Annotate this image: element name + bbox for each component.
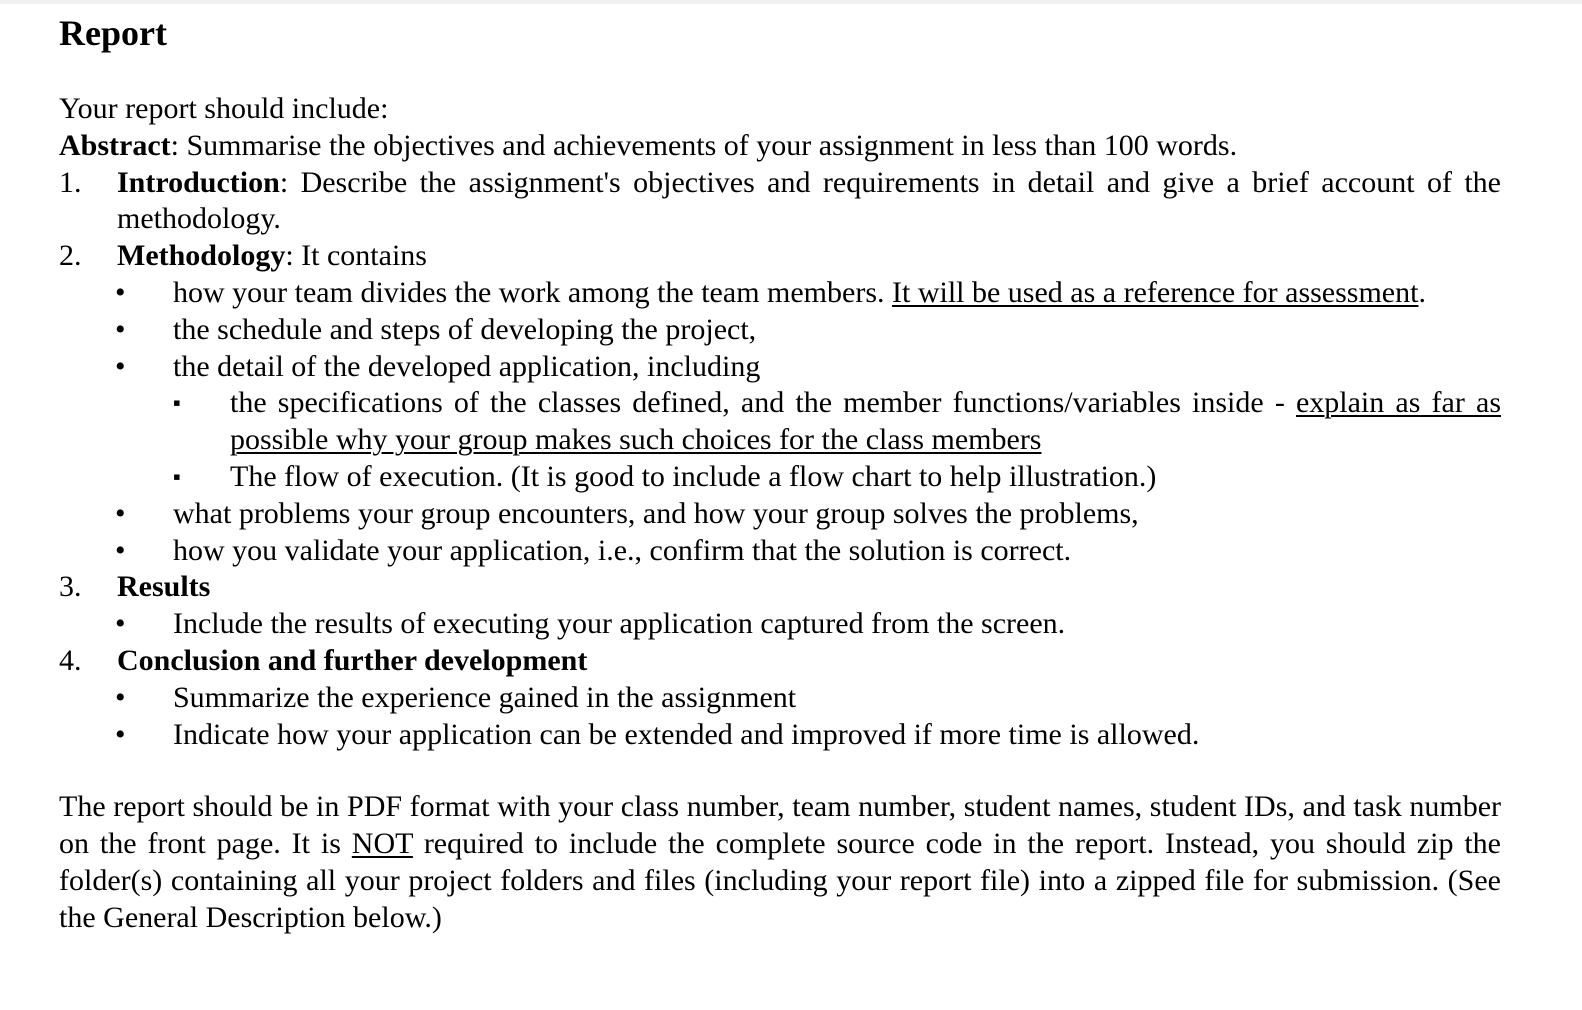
section-methodology: 2. Methodology: It contains [59, 238, 1501, 275]
section-text: : It contains [285, 239, 427, 273]
section-introduction: 1. Introduction: Describe the assignment… [59, 165, 1501, 239]
abstract-label: Abstract [59, 128, 171, 162]
section-number: 3. [59, 570, 82, 604]
bullet-item: • Include the results of executing your … [59, 606, 1501, 643]
bullet-item: • Indicate how your application can be e… [59, 717, 1501, 754]
document-body: Your report should include: Abstract: Su… [59, 91, 1501, 937]
page-title: Report [59, 13, 167, 53]
intro-text: Your report should include: [59, 92, 389, 125]
section-number: 2. [59, 239, 82, 273]
bullet-text: Indicate how your application can be ext… [173, 717, 1200, 751]
bullet-item: • how your team divides the work among t… [59, 275, 1501, 312]
bullet-text: what problems your group encounters, and… [173, 496, 1139, 530]
bullet-icon: • [115, 349, 126, 383]
bullet-icon: • [115, 275, 126, 309]
bullet-text: how your team divides the work among the… [173, 275, 892, 309]
section-conclusion: 4. Conclusion and further development [59, 643, 1501, 680]
bullet-icon: • [115, 717, 126, 751]
section-label: Conclusion and further development [117, 643, 588, 677]
bullet-item: • what problems your group encounters, a… [59, 496, 1501, 533]
section-number: 4. [59, 643, 82, 677]
section-label: Introduction [117, 165, 280, 199]
bullet-item: • Summarize the experience gained in the… [59, 680, 1501, 717]
subbullet-item: ▪ the specifications of the classes defi… [59, 385, 1501, 459]
bullet-text: the detail of the developed application,… [173, 349, 761, 383]
square-bullet-icon: ▪ [173, 390, 181, 416]
bullet-item: • how you validate your application, i.e… [59, 533, 1501, 570]
closing-paragraph: The report should be in PDF format with … [59, 789, 1501, 936]
square-bullet-icon: ▪ [173, 463, 181, 489]
bullet-item: • the schedule and steps of developing t… [59, 312, 1501, 349]
subbullet-item: ▪ The flow of execution. (It is good to … [59, 459, 1501, 496]
bullet-icon: • [115, 680, 126, 714]
section-results: 3. Results [59, 569, 1501, 606]
subbullet-text: the specifications of the classes define… [230, 386, 1296, 420]
abstract-text: : Summarise the objectives and achieveme… [170, 128, 1238, 162]
bullet-text: the schedule and steps of developing the… [173, 312, 757, 346]
section-text: : Describe the assignment's objectives a… [117, 165, 1501, 236]
underlined-not: NOT [351, 827, 413, 861]
bullet-icon: • [115, 312, 126, 346]
bullet-text: how you validate your application, i.e.,… [173, 533, 1072, 567]
bullet-icon: • [115, 533, 126, 567]
subbullet-text: The flow of execution. (It is good to in… [230, 459, 1157, 493]
section-label: Results [117, 570, 211, 604]
section-label: Methodology [117, 239, 286, 273]
bullet-text: Summarize the experience gained in the a… [173, 680, 797, 714]
abstract-item: Abstract: Summarise the objectives and a… [59, 128, 1501, 165]
bullet-item: • the detail of the developed applicatio… [59, 349, 1501, 386]
bullet-icon: • [115, 496, 126, 530]
bullet-text: Include the results of executing your ap… [173, 607, 1066, 641]
bullet-icon: • [115, 607, 126, 641]
underlined-note: It will be used as a reference for asses… [892, 275, 1419, 309]
viewer-top-edge [0, 0, 1582, 4]
bullet-text-end: . [1418, 275, 1426, 309]
section-number: 1. [59, 165, 82, 199]
